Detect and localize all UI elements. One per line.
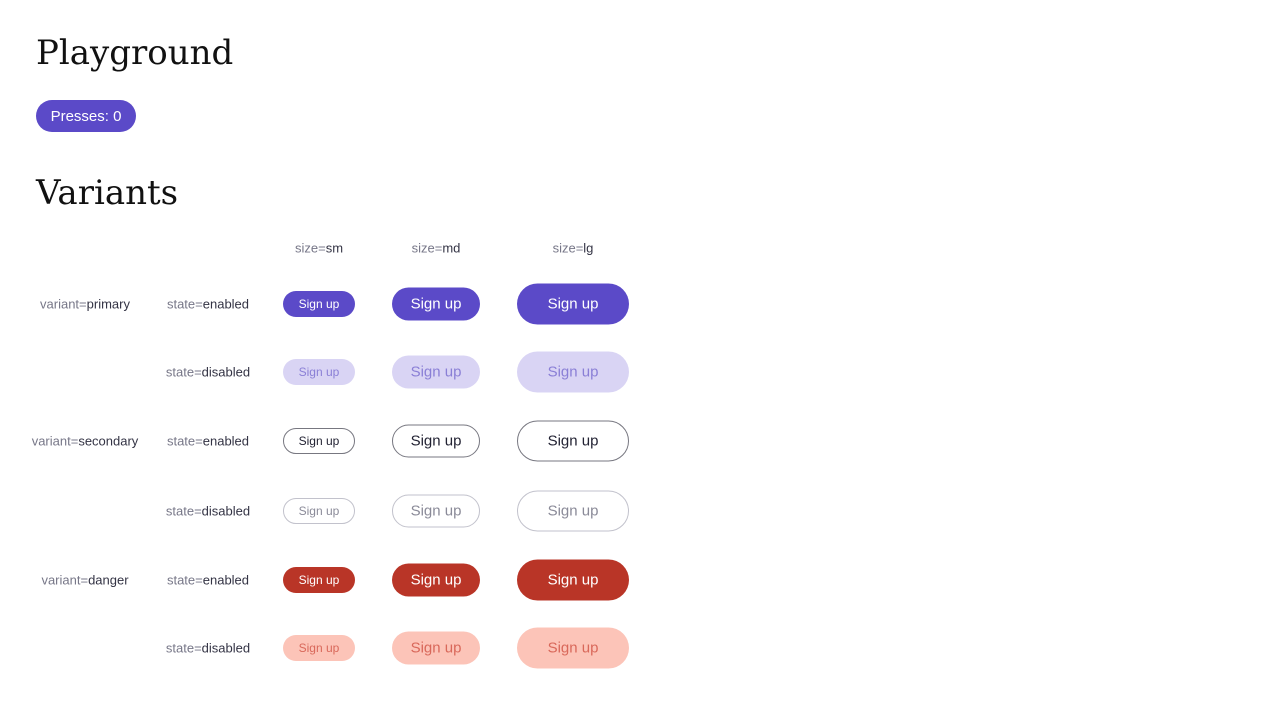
danger-enabled-lg-button[interactable]: Sign up <box>517 559 629 601</box>
danger-enabled-md-button[interactable]: Sign up <box>392 563 480 597</box>
danger-disabled-lg-button: Sign up <box>517 627 629 669</box>
secondary-disabled-lg-button: Sign up <box>517 490 629 532</box>
size-header-md: size=md <box>411 240 461 256</box>
secondary-enabled-sm-button[interactable]: Sign up <box>283 428 355 454</box>
variant-label-primary: variant=primary <box>40 296 130 312</box>
playground-title: Playground <box>36 33 234 73</box>
primary-enabled-lg-button[interactable]: Sign up <box>517 283 629 325</box>
state-label-disabled: state=disabled <box>165 640 251 656</box>
secondary-enabled-lg-button[interactable]: Sign up <box>517 420 629 462</box>
danger-enabled-sm-button[interactable]: Sign up <box>283 567 355 593</box>
primary-enabled-md-button[interactable]: Sign up <box>392 287 480 321</box>
secondary-enabled-md-button[interactable]: Sign up <box>392 424 480 458</box>
size-header-lg: size=lg <box>552 240 594 256</box>
presses-button[interactable]: Presses: 0 <box>36 100 136 132</box>
state-label-enabled: state=enabled <box>166 433 250 449</box>
variant-label-danger: variant=danger <box>41 572 129 588</box>
danger-disabled-md-button: Sign up <box>392 631 480 665</box>
state-label-enabled: state=enabled <box>166 296 250 312</box>
variant-label-secondary: variant=secondary <box>31 433 139 449</box>
primary-disabled-sm-button: Sign up <box>283 359 355 385</box>
state-label-disabled: state=disabled <box>165 364 251 380</box>
variants-title: Variants <box>36 173 179 213</box>
secondary-disabled-md-button: Sign up <box>392 494 480 528</box>
state-label-enabled: state=enabled <box>166 572 250 588</box>
danger-disabled-sm-button: Sign up <box>283 635 355 661</box>
state-label-disabled: state=disabled <box>165 503 251 519</box>
primary-disabled-lg-button: Sign up <box>517 351 629 393</box>
secondary-disabled-sm-button: Sign up <box>283 498 355 524</box>
size-header-sm: size=sm <box>294 240 344 256</box>
primary-disabled-md-button: Sign up <box>392 355 480 389</box>
primary-enabled-sm-button[interactable]: Sign up <box>283 291 355 317</box>
